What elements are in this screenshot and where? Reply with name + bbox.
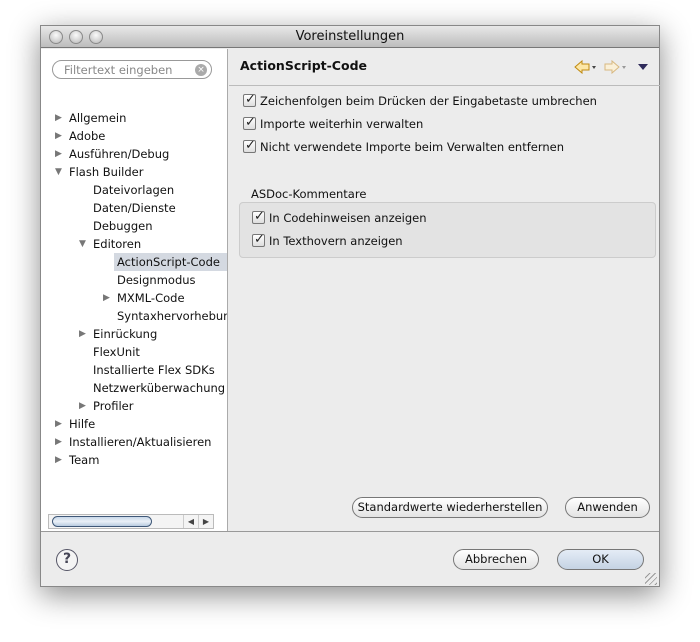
tree-item[interactable]: ▶ Ausführen/Debug <box>55 145 170 163</box>
tree-item-label: Flash Builder <box>69 165 144 179</box>
minimize-window-button[interactable] <box>69 30 83 44</box>
scroll-right-button[interactable]: ▶ <box>198 515 213 528</box>
tree-item[interactable]: ▶ MXML-Code <box>103 289 185 307</box>
option-label: In Texthovern anzeigen <box>269 234 403 248</box>
tree-item-label: Editoren <box>93 237 142 251</box>
collapsed-arrow-icon[interactable]: ▶ <box>79 325 89 343</box>
horizontal-scrollbar[interactable]: ◀ ▶ <box>48 514 214 529</box>
group-title: ASDoc-Kommentare <box>251 187 367 201</box>
tree-item-label: ActionScript-Code <box>117 255 220 269</box>
checkbox-checked-icon[interactable] <box>243 114 256 132</box>
tree-item-label: Profiler <box>93 399 134 413</box>
tree-item-label: Einrückung <box>93 327 158 341</box>
tree-item-label: Designmodus <box>117 273 196 287</box>
tree-item[interactable]: ActionScript-Code <box>114 253 227 271</box>
preferences-window: Voreinstellungen Filtertext eingeben × ▶… <box>40 25 660 587</box>
tree-item[interactable]: ▶ Adobe <box>55 127 106 145</box>
checkbox-checked-icon[interactable] <box>243 91 256 109</box>
navigation-controls <box>574 59 648 75</box>
checkbox-checked-icon[interactable] <box>243 137 256 155</box>
forward-arrow-icon[interactable] <box>604 59 620 75</box>
forward-dropdown-icon[interactable] <box>622 66 626 69</box>
collapsed-arrow-icon[interactable]: ▶ <box>55 415 65 433</box>
restore-defaults-button[interactable]: Standardwerte wiederherstellen <box>352 497 548 518</box>
tree-item[interactable]: Netzwerküberwachung <box>93 379 225 397</box>
collapsed-arrow-icon[interactable]: ▶ <box>55 127 65 145</box>
tree-item[interactable]: Syntaxhervorhebung <box>117 307 228 325</box>
close-window-button[interactable] <box>49 30 63 44</box>
option-label: Zeichenfolgen beim Drücken der Eingabeta… <box>260 94 597 108</box>
tree-item[interactable]: FlexUnit <box>93 343 140 361</box>
view-menu-icon[interactable] <box>638 64 648 70</box>
page-title: ActionScript-Code <box>240 58 367 73</box>
tree-item-label: Installieren/Aktualisieren <box>69 435 212 449</box>
tree-item-label: Ausführen/Debug <box>69 147 170 161</box>
title-separator <box>229 85 660 86</box>
title-bar: Voreinstellungen <box>41 26 659 48</box>
collapsed-arrow-icon[interactable]: ▶ <box>103 289 113 307</box>
tree-item[interactable]: Designmodus <box>117 271 196 289</box>
tree-item-label: Adobe <box>69 129 106 143</box>
filter-placeholder: Filtertext eingeben <box>64 63 173 77</box>
tree-item[interactable]: Debuggen <box>93 217 152 235</box>
collapsed-arrow-icon[interactable]: ▶ <box>79 397 89 415</box>
tree-item[interactable]: Daten/Dienste <box>93 199 176 217</box>
checkbox-checked-icon[interactable] <box>252 208 265 226</box>
checkbox-checked-icon[interactable] <box>252 231 265 249</box>
tree-item[interactable]: ▶ Allgemein <box>55 109 127 127</box>
option-label: In Codehinweisen anzeigen <box>269 211 427 225</box>
tree-item-label: Allgemein <box>69 111 127 125</box>
preferences-tree-pane: Filtertext eingeben × ▶ Allgemein ▶ Adobe ▶ A… <box>41 49 228 531</box>
expanded-arrow-icon[interactable]: ▼ <box>55 163 65 181</box>
collapsed-arrow-icon[interactable]: ▶ <box>55 451 65 469</box>
settings-pane: ActionScript-Code Zeichenfolgen beim Drü… <box>229 49 660 531</box>
tree-item[interactable]: ▼ Flash Builder <box>55 163 144 181</box>
collapsed-arrow-icon[interactable]: ▶ <box>55 433 65 451</box>
tree-item[interactable]: ▼ Editoren <box>79 235 142 253</box>
option-label: Importe weiterhin verwalten <box>260 117 424 131</box>
tree-item-label: Hilfe <box>69 417 96 431</box>
scroll-left-button[interactable]: ◀ <box>183 515 198 528</box>
tree-item[interactable]: ▶ Profiler <box>79 397 134 415</box>
back-arrow-icon[interactable] <box>574 59 590 75</box>
clear-icon[interactable]: × <box>195 64 207 76</box>
back-dropdown-icon[interactable] <box>592 66 596 69</box>
tree-item[interactable]: Installierte Flex SDKs <box>93 361 215 379</box>
collapsed-arrow-icon[interactable]: ▶ <box>55 109 65 127</box>
option-show-in-text-hovers[interactable]: In Texthovern anzeigen <box>252 231 403 250</box>
asdoc-group: In Codehinweisen anzeigen In Texthovern … <box>239 202 656 258</box>
zoom-window-button[interactable] <box>89 30 103 44</box>
option-wrap-strings[interactable]: Zeichenfolgen beim Drücken der Eingabeta… <box>243 91 597 110</box>
option-manage-imports[interactable]: Importe weiterhin verwalten <box>243 114 424 133</box>
tree-item[interactable]: ▶ Hilfe <box>55 415 96 433</box>
option-show-in-code-hints[interactable]: In Codehinweisen anzeigen <box>252 208 427 227</box>
help-icon[interactable]: ? <box>56 549 78 571</box>
tree-item[interactable]: ▶ Team <box>55 451 100 469</box>
tree-item[interactable]: Dateivorlagen <box>93 181 174 199</box>
tree-item-label: Netzwerküberwachung <box>93 381 226 395</box>
dialog-footer: ? Abbrechen OK <box>41 531 659 587</box>
tree-item-label: Team <box>69 453 100 467</box>
expanded-arrow-icon[interactable]: ▼ <box>79 235 89 253</box>
resize-grip-icon[interactable] <box>645 573 657 585</box>
ok-button[interactable]: OK <box>557 549 644 570</box>
scroll-thumb[interactable] <box>52 516 152 527</box>
option-remove-unused-imports[interactable]: Nicht verwendete Importe beim Verwalten … <box>243 137 565 156</box>
filter-input[interactable]: Filtertext eingeben × <box>52 60 212 79</box>
option-label: Nicht verwendete Importe beim Verwalten … <box>260 140 565 154</box>
tree-item[interactable]: ▶ Einrückung <box>79 325 158 343</box>
tree-item-label: MXML-Code <box>117 291 185 305</box>
tree-item-label: Dateivorlagen <box>93 183 175 197</box>
tree-item-label: Daten/Dienste <box>93 201 176 215</box>
tree-item[interactable]: ▶ Installieren/Aktualisieren <box>55 433 212 451</box>
tree-item-label: Debuggen <box>93 219 153 233</box>
tree-item-label: Syntaxhervorhebung <box>117 309 228 323</box>
tree-item-label: Installierte Flex SDKs <box>93 363 215 377</box>
window-title: Voreinstellungen <box>295 29 405 44</box>
apply-button[interactable]: Anwenden <box>565 497 650 518</box>
tree-item-label: FlexUnit <box>93 345 140 359</box>
cancel-button[interactable]: Abbrechen <box>453 549 539 570</box>
collapsed-arrow-icon[interactable]: ▶ <box>55 145 65 163</box>
